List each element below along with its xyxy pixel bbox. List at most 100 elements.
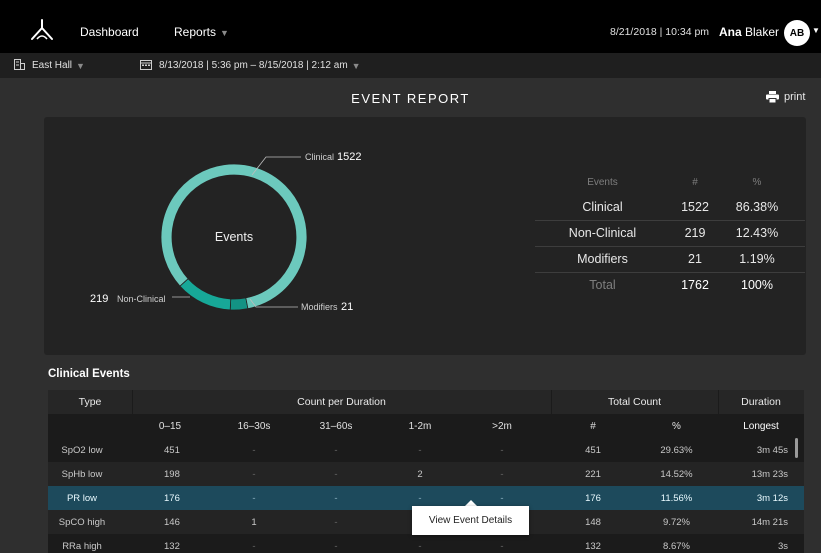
table-cell: 451 [585, 445, 601, 456]
summary-row-total: Total 1762 100% [535, 272, 805, 298]
nav-reports[interactable]: Reports ▼ [174, 25, 229, 39]
table-cell: 11.56% [660, 493, 693, 504]
print-label: print [784, 91, 806, 103]
table-cell: - [334, 445, 338, 456]
table-cell: 14m 21s [751, 517, 788, 528]
table-cell: - [252, 445, 256, 456]
user-name[interactable]: Ana Blaker [719, 25, 779, 39]
table-cell: - [252, 541, 256, 552]
events-donut-chart: Events Clinical 1522 219 Non-Clinical Mo… [90, 151, 361, 313]
nonclinical-label: Non-Clinical [117, 294, 166, 304]
location-filter-value: East Hall [32, 60, 73, 71]
summary-row-modifiers[interactable]: Modifiers 21 1.19% [535, 246, 805, 272]
table-cell: 176 [164, 493, 180, 504]
print-button[interactable]: print [766, 91, 805, 103]
subheader-1-2m[interactable]: 1-2m [382, 421, 458, 432]
table-cell: 132 [585, 541, 601, 552]
table-cell: 9.72% [663, 517, 690, 528]
table-group-header: Type Count per Duration Total Count Dura… [48, 390, 804, 414]
summary-header-count: # [692, 177, 698, 188]
summary-row-nonclinical[interactable]: Non-Clinical 219 12.43% [535, 220, 805, 246]
subheader-gt-2m[interactable]: >2m [464, 421, 540, 432]
date-range-filter[interactable]: 8/13/2018 | 5:36 pm – 8/15/2018 | 2:12 a… [159, 60, 361, 71]
subheader-count[interactable]: # [551, 421, 635, 432]
table-cell: - [418, 445, 422, 456]
summary-total-percent: 100% [741, 278, 773, 292]
user-first-name: Ana [719, 25, 742, 39]
header-type[interactable]: Type [48, 396, 132, 408]
table-cell: 148 [585, 517, 601, 528]
table-cell: - [500, 469, 504, 480]
summary-cell: 1522 [681, 200, 709, 214]
table-cell: - [500, 541, 504, 552]
table-cell: 176 [585, 493, 601, 504]
clinical-events-title: Clinical Events [48, 368, 130, 380]
row-type-cell: RRa high [62, 541, 102, 552]
table-scrollbar[interactable] [795, 438, 798, 458]
donut-center-label: Events [215, 230, 253, 244]
table-row[interactable]: SpO2 low 451 - - - - 451 29.63% 3m 45s [48, 438, 804, 462]
summary-cell: 219 [684, 226, 706, 240]
table-row[interactable]: RRa high 132 - - - - 132 8.67% 3s [48, 534, 804, 553]
header-count-per-duration: Count per Duration [297, 396, 386, 408]
table-cell: 198 [164, 469, 180, 480]
table-cell: 3m 45s [756, 445, 788, 456]
table-cell: 13m 23s [751, 469, 788, 480]
subheader-percent[interactable]: % [635, 421, 718, 432]
summary-cell: Non-Clinical [568, 226, 637, 240]
masimo-logo-icon[interactable] [30, 19, 54, 41]
calendar-icon [140, 60, 152, 70]
summary-panel: Events Clinical 1522 219 Non-Clinical Mo… [44, 117, 806, 355]
table-cell: 3s [777, 541, 788, 552]
modifiers-value: 21 [341, 301, 353, 313]
subheader-0-15[interactable]: 0–15 [132, 421, 208, 432]
top-nav-bar: Dashboard Reports ▼ 8/21/2018 | 10:34 pm … [0, 0, 821, 53]
nav-reports-label: Reports [174, 25, 217, 39]
table-cell: - [334, 517, 338, 528]
subheader-31-60s[interactable]: 31–60s [298, 421, 374, 432]
summary-cell: 21 [688, 252, 702, 266]
table-cell: - [418, 541, 422, 552]
app-window: Dashboard Reports ▼ 8/21/2018 | 10:34 pm … [0, 0, 821, 553]
summary-cell: 12.43% [735, 226, 779, 240]
clinical-value: 1522 [337, 151, 361, 163]
table-cell: - [334, 541, 338, 552]
table-row[interactable]: SpHb low 198 - - 2 - 221 14.52% 13m 23s [48, 462, 804, 486]
summary-cell: Modifiers [577, 252, 628, 266]
user-menu-chevron-icon[interactable]: ▼ [812, 26, 820, 35]
summary-cell: 1.19% [739, 252, 775, 266]
summary-cell: 86.38% [735, 200, 779, 214]
summary-header-row: Events # % [535, 168, 805, 194]
summary-header-events: Events [587, 177, 618, 188]
row-type-cell: SpO2 low [61, 445, 103, 456]
summary-row-clinical[interactable]: Clinical 1522 86.38% [535, 194, 805, 220]
summary-header-percent: % [752, 177, 762, 188]
summary-total-label: Total [589, 278, 616, 292]
chevron-down-icon: ▼ [351, 60, 361, 71]
summary-total-count: 1762 [681, 278, 709, 292]
location-icon [14, 59, 25, 70]
table-cell: - [252, 493, 256, 504]
table-cell: 221 [585, 469, 601, 480]
header-duration: Duration [741, 396, 781, 408]
table-cell: - [334, 493, 338, 504]
table-cell: - [334, 469, 338, 480]
table-sub-header: 0–15 16–30s 31–60s 1-2m >2m # % Longest [48, 414, 804, 438]
subheader-longest[interactable]: Longest [718, 421, 804, 432]
printer-icon [766, 91, 779, 103]
header-total-count: Total Count [607, 396, 662, 408]
subheader-16-30s[interactable]: 16–30s [216, 421, 292, 432]
table-cell: - [252, 469, 256, 480]
row-type-cell: PR low [66, 493, 98, 504]
location-filter[interactable]: East Hall ▼ [32, 60, 85, 71]
date-range-value: 8/13/2018 | 5:36 pm – 8/15/2018 | 2:12 a… [159, 60, 348, 71]
modifiers-label: Modifiers [301, 302, 338, 312]
clinical-label: Clinical [305, 152, 334, 162]
avatar[interactable]: AB [784, 20, 810, 46]
nav-dashboard[interactable]: Dashboard [80, 25, 139, 39]
table-cell: 29.63% [660, 445, 693, 456]
donut-segment-modifiers[interactable] [229, 297, 249, 311]
table-cell: 132 [164, 541, 180, 552]
view-event-details-button[interactable]: View Event Details [412, 506, 529, 535]
table-cell: 14.52% [660, 469, 693, 480]
